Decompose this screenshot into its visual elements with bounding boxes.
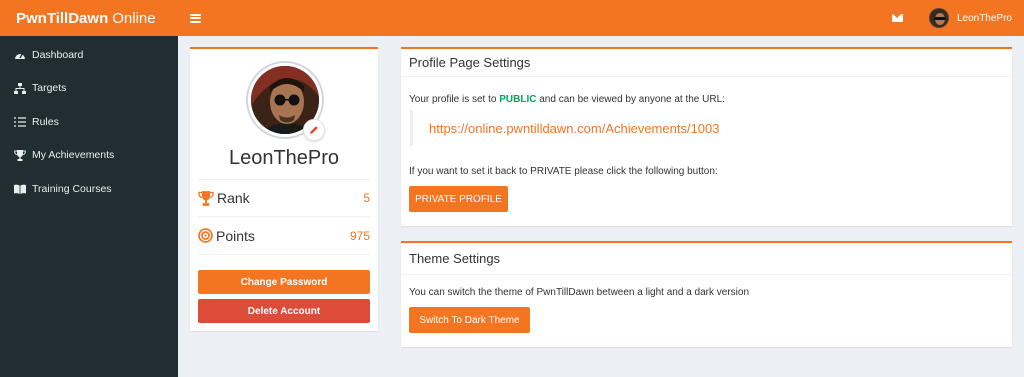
rank-label: Rank xyxy=(217,190,250,206)
sidebar-item-label: Targets xyxy=(32,82,67,95)
status-prefix: Your profile is set to xyxy=(409,94,500,105)
status-value: PUBLIC xyxy=(499,94,537,105)
profile-card: LeonThePro Rank 5 Points 975 Change Pass… xyxy=(190,47,378,331)
sitemap-icon xyxy=(14,82,26,94)
brand-name-light: Online xyxy=(112,9,156,27)
change-password-button[interactable]: Change Password xyxy=(198,270,370,294)
theme-settings-card: Theme Settings You can switch the theme … xyxy=(401,241,1012,347)
status-suffix: and can be viewed by anyone at the URL: xyxy=(536,94,725,105)
theme-settings-text: You can switch the theme of PwnTillDawn … xyxy=(409,287,750,298)
profile-username: LeonThePro xyxy=(228,147,340,169)
theme-settings-title: Theme Settings xyxy=(401,243,1012,275)
menu-toggle-icon[interactable] xyxy=(190,13,201,23)
sidebar: Dashboard Targets Rules My Achievements … xyxy=(0,36,178,377)
private-profile-button[interactable]: PRIVATE PROFILE xyxy=(409,186,508,212)
trophy-icon xyxy=(14,149,26,161)
points-row: Points 975 xyxy=(198,217,370,255)
bullseye-icon xyxy=(198,228,213,243)
profile-settings-card: Profile Page Settings Your profile is se… xyxy=(401,47,1012,226)
rank-value: 5 xyxy=(363,191,370,205)
sidebar-item-label: Training Courses xyxy=(32,182,112,195)
trophy-icon xyxy=(198,190,214,206)
switch-dark-theme-button[interactable]: Switch To Dark Theme xyxy=(409,307,530,333)
pencil-icon xyxy=(310,126,318,134)
profile-url-link[interactable]: https://online.pwntilldawn.com/Achieveme… xyxy=(429,121,720,136)
dashboard-icon xyxy=(14,49,26,61)
user-menu-name[interactable]: LeonThePro xyxy=(957,13,1012,24)
sidebar-item-targets[interactable]: Targets xyxy=(0,72,178,106)
profile-status-text: Your profile is set to PUBLIC and can be… xyxy=(409,94,725,105)
sidebar-item-rules[interactable]: Rules xyxy=(0,105,178,139)
sidebar-item-dashboard[interactable]: Dashboard xyxy=(0,38,178,72)
sidebar-item-training-courses[interactable]: Training Courses xyxy=(0,172,178,206)
rank-row: Rank 5 xyxy=(198,179,370,217)
private-prompt-text: If you want to set it back to PRIVATE pl… xyxy=(409,166,718,177)
sidebar-item-label: Rules xyxy=(32,115,59,128)
points-label: Points xyxy=(216,227,255,244)
profile-url-block: https://online.pwntilldawn.com/Achieveme… xyxy=(410,110,720,146)
brand-name-bold: PwnTillDawn xyxy=(16,9,109,27)
sidebar-item-label: My Achievements xyxy=(32,149,115,162)
delete-account-button[interactable]: Delete Account xyxy=(198,299,370,323)
envelope-icon[interactable] xyxy=(891,14,903,22)
points-value: 975 xyxy=(349,228,370,243)
book-icon xyxy=(14,183,26,195)
list-icon xyxy=(14,116,26,128)
edit-avatar-button[interactable] xyxy=(303,119,325,141)
top-navbar: PwnTillDawn Online LeonThePro xyxy=(0,0,1024,36)
profile-settings-title: Profile Page Settings xyxy=(401,49,1012,77)
sidebar-item-achievements[interactable]: My Achievements xyxy=(0,139,178,173)
user-avatar[interactable] xyxy=(928,8,949,28)
sidebar-item-label: Dashboard xyxy=(32,48,84,61)
brand-logo[interactable]: PwnTillDawn Online xyxy=(0,0,178,36)
